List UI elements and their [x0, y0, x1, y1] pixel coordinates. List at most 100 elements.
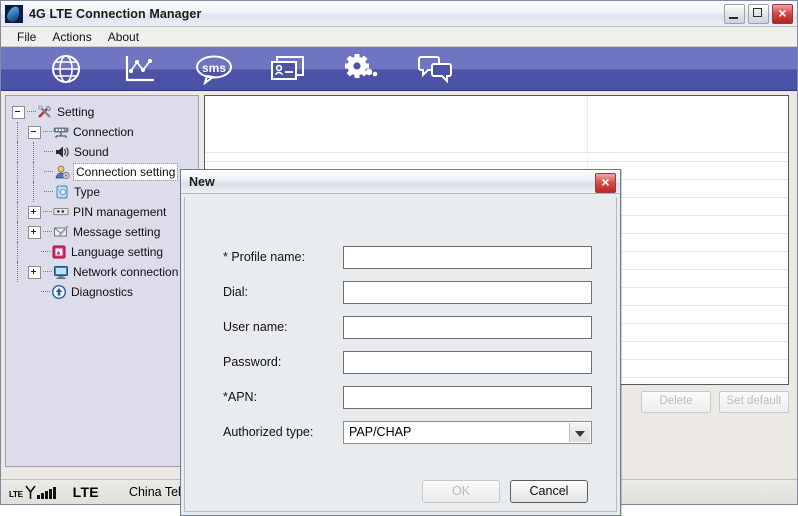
expander-minus-icon[interactable] [28, 125, 41, 139]
sidebar-item-language-setting[interactable]: Language setting [12, 242, 198, 262]
monitor-icon [53, 264, 69, 280]
sidebar-item-setting[interactable]: Setting [12, 102, 198, 122]
profile-name-label: * Profile name: [223, 250, 305, 264]
minimize-icon [729, 17, 738, 19]
apn-label: *APN: [223, 390, 258, 404]
menu-item-about[interactable]: About [100, 29, 147, 45]
sidebar-item-connection[interactable]: Connection [12, 122, 198, 142]
tree-connector [43, 271, 52, 273]
sidebar-item-label: Diagnostics [71, 285, 134, 299]
signal-bar-3 [44, 491, 48, 499]
delete-button[interactable]: Delete [641, 391, 711, 413]
tree-connector [27, 111, 36, 113]
window-controls: × [724, 4, 793, 24]
dialog-body: * Profile name: Dial: User name: Passwor… [184, 197, 617, 512]
user-settings-icon [54, 164, 70, 180]
expander-minus-icon[interactable] [12, 105, 25, 119]
toolbar-button-settings[interactable] [339, 50, 385, 88]
authorized-type-label: Authorized type: [223, 425, 314, 439]
dial-input[interactable] [343, 280, 592, 304]
ok-button[interactable]: OK [422, 480, 500, 503]
table-row[interactable] [205, 96, 788, 153]
antenna-icon [24, 485, 36, 499]
language-icon [51, 244, 67, 260]
tree-indent [12, 222, 28, 242]
sidebar-item-connection-setting[interactable]: Connection setting [12, 162, 198, 182]
menu-item-file[interactable]: File [9, 29, 44, 45]
profile-name-input[interactable] [343, 245, 592, 269]
globe-icon [50, 53, 82, 85]
password-input[interactable] [343, 350, 592, 374]
sidebar-item-label: Message setting [73, 225, 161, 239]
toolbar: sms [1, 47, 797, 91]
close-icon: × [778, 5, 787, 21]
menu-item-actions[interactable]: Actions [44, 29, 99, 45]
settings-gear-icon [343, 53, 381, 85]
sms-icon: sms [194, 53, 234, 85]
profile-actions: Delete Set default [641, 391, 789, 413]
sidebar-item-label: Type [74, 185, 101, 199]
signal-bar-2 [40, 493, 44, 499]
sidebar-item-network-connection[interactable]: Network connection [12, 262, 198, 282]
phonebook-icon [269, 53, 307, 85]
tree-indent [12, 142, 28, 162]
tree-connector [44, 151, 53, 153]
toolbar-button-chat[interactable] [413, 50, 459, 88]
field-row-password: Password: [185, 350, 616, 374]
expander-plus-icon[interactable] [28, 225, 41, 239]
user-name-input[interactable] [343, 315, 592, 339]
sidebar-item-pin-management[interactable]: PIN management [12, 202, 198, 222]
table-row[interactable] [205, 153, 788, 162]
toolbar-button-connection[interactable] [43, 50, 89, 88]
expander-plus-icon[interactable] [28, 205, 41, 219]
window-title: 4G LTE Connection Manager [29, 6, 202, 21]
sidebar-item-type[interactable]: Type [12, 182, 198, 202]
arrow-up-icon [51, 284, 67, 300]
signal-bar-5 [52, 487, 56, 499]
apn-input[interactable] [343, 385, 592, 409]
toolbar-button-sms[interactable]: sms [191, 50, 237, 88]
tree-connector [43, 231, 52, 233]
signal-strength-indicator: LTE [9, 485, 56, 499]
cancel-button[interactable]: Cancel [510, 480, 588, 503]
sidebar-item-label: Language setting [71, 245, 164, 259]
sidebar-item-label: Connection [73, 125, 134, 139]
settings-tree: Setting Connection Sound Connection sett… [6, 96, 198, 302]
close-button[interactable]: × [772, 4, 793, 24]
sidebar-item-label: PIN management [73, 205, 167, 219]
new-profile-dialog: New × * Profile name: Dial: User name: P… [180, 169, 621, 516]
sidebar-item-label: Network connection [73, 265, 179, 279]
dial-label: Dial: [223, 285, 249, 299]
tree-indent [28, 162, 44, 182]
toolbar-button-statistics[interactable] [117, 50, 163, 88]
tools-icon [37, 104, 53, 120]
field-row-authorized-type: Authorized type: PAP/CHAP [185, 420, 616, 444]
main-window: 4G LTE Connection Manager × File Actions… [0, 0, 798, 516]
set-default-button[interactable]: Set default [719, 391, 789, 413]
sidebar-item-sound[interactable]: Sound [12, 142, 198, 162]
expander-plus-icon[interactable] [28, 265, 41, 279]
tree-indent [12, 162, 28, 182]
password-label: Password: [223, 355, 282, 369]
content-area: Setting Connection Sound Connection sett… [1, 91, 797, 516]
toolbar-button-phonebook[interactable] [265, 50, 311, 88]
tree-indent [12, 262, 28, 282]
tree-connector [43, 211, 52, 213]
maximize-icon [753, 8, 762, 17]
sidebar-item-message-setting[interactable]: Message setting [12, 222, 198, 242]
statistics-chart-icon [123, 53, 157, 85]
maximize-button[interactable] [748, 4, 769, 24]
speaker-icon [54, 144, 70, 160]
connection-icon [53, 124, 69, 140]
sidebar-item-label: Setting [57, 105, 95, 119]
tree-indent [12, 242, 28, 262]
sidebar-item-label: Sound [74, 145, 109, 159]
app-feather-icon [5, 4, 23, 23]
minimize-button[interactable] [724, 4, 745, 24]
sidebar-item-diagnostics[interactable]: Diagnostics [12, 282, 198, 302]
chevron-down-icon[interactable] [569, 422, 590, 442]
dialog-close-button[interactable]: × [595, 173, 616, 193]
close-icon: × [601, 174, 610, 190]
authorized-type-select[interactable]: PAP/CHAP [343, 420, 592, 444]
